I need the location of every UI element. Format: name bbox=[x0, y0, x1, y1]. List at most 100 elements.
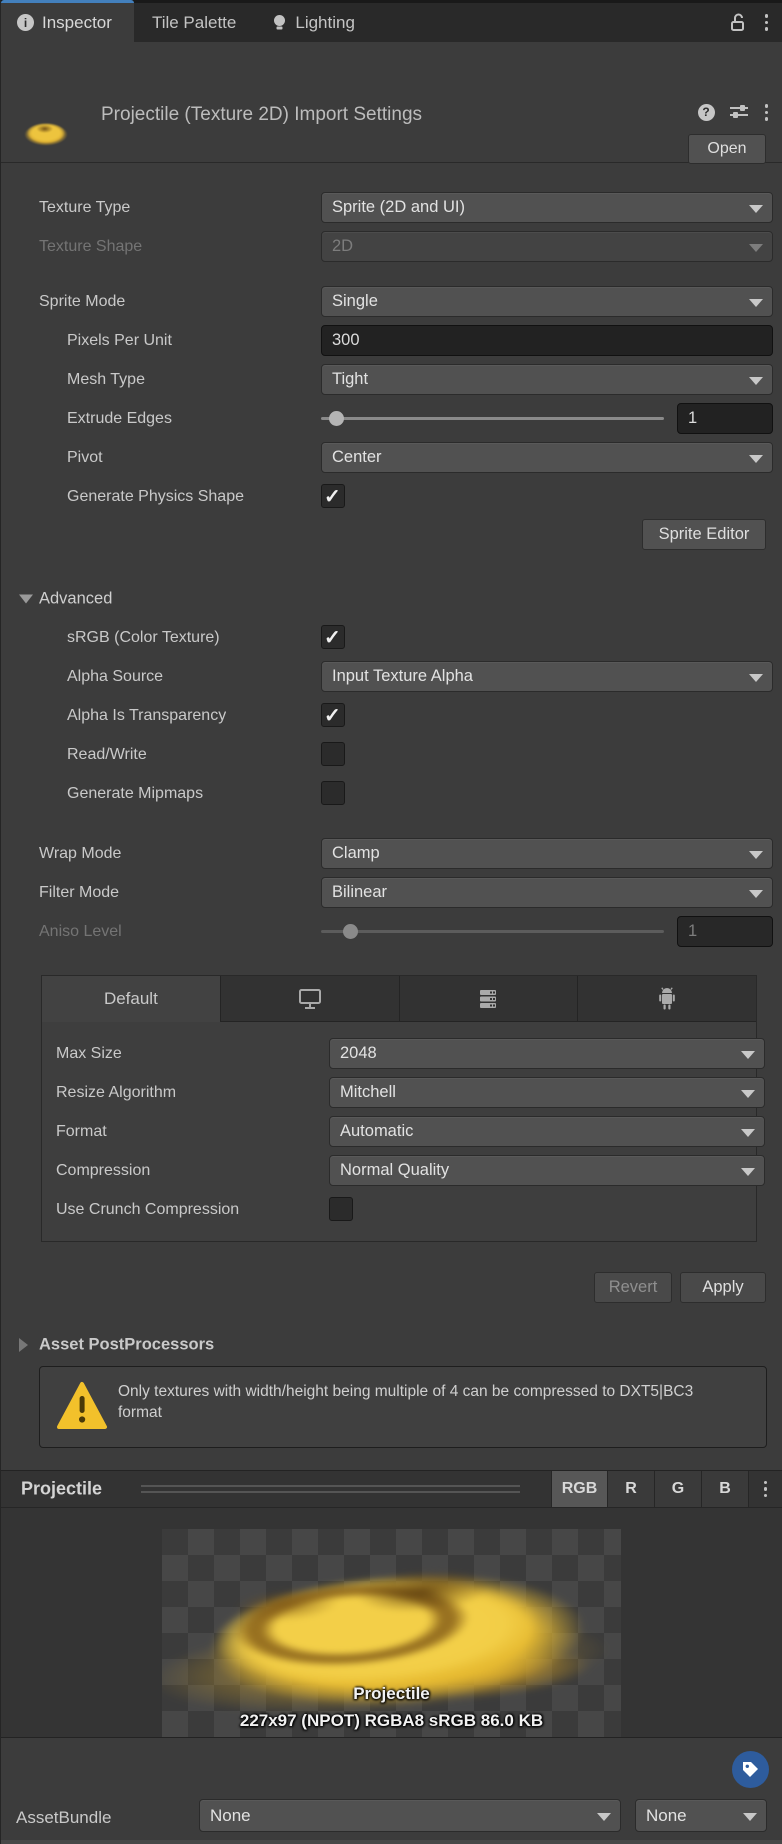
chevron-down-icon bbox=[749, 299, 763, 307]
chevron-down-icon bbox=[749, 244, 763, 252]
open-button[interactable]: Open bbox=[688, 134, 766, 164]
asset-bundle-bar: AssetBundle None None bbox=[1, 1737, 782, 1844]
mesh-type-row: Mesh Type Tight bbox=[1, 360, 782, 399]
tab-tile-palette[interactable]: Tile Palette bbox=[134, 3, 254, 42]
mesh-type-dropdown[interactable]: Tight bbox=[321, 364, 773, 395]
channel-r-button[interactable]: R bbox=[607, 1471, 654, 1507]
wrap-mode-label: Wrap Mode bbox=[39, 845, 121, 863]
read-write-checkbox[interactable] bbox=[321, 742, 345, 766]
texture-type-row: Texture Type Sprite (2D and UI) bbox=[1, 188, 782, 227]
revert-button[interactable]: Revert bbox=[594, 1272, 672, 1303]
unlock-icon[interactable] bbox=[730, 13, 747, 32]
aniso-level-value: 1 bbox=[677, 916, 773, 947]
generate-physics-shape-row: Generate Physics Shape bbox=[1, 477, 782, 516]
filter-mode-row: Filter Mode Bilinear bbox=[1, 873, 782, 912]
platform-tab-standalone[interactable] bbox=[221, 976, 400, 1022]
chevron-down-icon bbox=[749, 377, 763, 385]
channel-rgb-button[interactable]: RGB bbox=[551, 1471, 607, 1507]
pivot-dropdown[interactable]: Center bbox=[321, 442, 773, 473]
advanced-label: Advanced bbox=[39, 589, 112, 608]
sprite-mode-label: Sprite Mode bbox=[39, 293, 125, 311]
server-icon bbox=[477, 988, 499, 1010]
chevron-down-icon bbox=[741, 1051, 755, 1059]
aniso-level-label: Aniso Level bbox=[39, 923, 122, 941]
use-crunch-checkbox[interactable] bbox=[329, 1197, 353, 1221]
generate-physics-shape-checkbox[interactable] bbox=[321, 484, 345, 508]
texture-type-label: Texture Type bbox=[39, 199, 130, 217]
warning-text: Only textures with width/height being mu… bbox=[118, 1381, 738, 1423]
tab-lighting-label: Lighting bbox=[295, 13, 355, 33]
tab-menu-kebab-icon[interactable] bbox=[763, 12, 771, 33]
resize-algorithm-dropdown[interactable]: Mitchell bbox=[329, 1077, 765, 1108]
filter-mode-label: Filter Mode bbox=[39, 884, 119, 902]
extrude-edges-slider[interactable] bbox=[321, 403, 664, 434]
chevron-down-icon bbox=[749, 851, 763, 859]
compression-label: Compression bbox=[56, 1162, 150, 1180]
preview-title: Projectile bbox=[21, 1479, 102, 1500]
format-dropdown[interactable]: Automatic bbox=[329, 1116, 765, 1147]
slider-knob[interactable] bbox=[329, 411, 344, 426]
generate-physics-shape-label: Generate Physics Shape bbox=[67, 488, 244, 506]
panel-bottom-edge bbox=[1, 1840, 782, 1844]
import-settings-header: Projectile (Texture 2D) Import Settings … bbox=[1, 42, 782, 163]
sprite-mode-dropdown[interactable]: Single bbox=[321, 286, 773, 317]
generate-mipmaps-label: Generate Mipmaps bbox=[67, 785, 203, 803]
sprite-editor-button[interactable]: Sprite Editor bbox=[642, 519, 766, 550]
format-row: Format Automatic bbox=[42, 1112, 756, 1151]
slider-knob bbox=[343, 924, 358, 939]
tab-lighting[interactable]: Lighting bbox=[254, 3, 373, 42]
platform-tab-strip: Default bbox=[42, 976, 756, 1022]
asset-thumbnail bbox=[15, 112, 77, 152]
generate-mipmaps-checkbox[interactable] bbox=[321, 781, 345, 805]
chevron-down-icon bbox=[597, 1813, 611, 1821]
asset-postprocessors-label: Asset PostProcessors bbox=[39, 1335, 214, 1354]
chevron-down-icon bbox=[743, 1813, 757, 1821]
texture-shape-dropdown: 2D bbox=[321, 231, 773, 262]
preview-menu-kebab-icon[interactable] bbox=[748, 1471, 782, 1507]
header-menu-kebab-icon[interactable] bbox=[763, 102, 771, 123]
max-size-dropdown[interactable]: 2048 bbox=[329, 1038, 765, 1069]
asset-bundle-label: AssetBundle bbox=[16, 1808, 111, 1828]
platform-tab-android[interactable] bbox=[578, 976, 756, 1022]
settings-body: Texture Type Sprite (2D and UI) Texture … bbox=[1, 163, 782, 1448]
platform-tab-dedicated-server[interactable] bbox=[400, 976, 579, 1022]
compression-dropdown[interactable]: Normal Quality bbox=[329, 1155, 765, 1186]
srgb-row: sRGB (Color Texture) bbox=[1, 618, 782, 657]
chevron-down-icon bbox=[749, 455, 763, 463]
channel-g-button[interactable]: G bbox=[654, 1471, 701, 1507]
tab-inspector[interactable]: i Inspector bbox=[1, 0, 134, 42]
advanced-foldout[interactable]: Advanced bbox=[1, 579, 782, 618]
asset-labels-tag-icon[interactable] bbox=[732, 1751, 769, 1788]
tab-tile-palette-label: Tile Palette bbox=[152, 13, 236, 33]
warning-icon bbox=[56, 1381, 108, 1431]
preview-drag-handle[interactable] bbox=[141, 1485, 520, 1497]
apply-button[interactable]: Apply bbox=[680, 1272, 766, 1303]
generate-mipmaps-row: Generate Mipmaps bbox=[1, 774, 782, 813]
filter-mode-dropdown[interactable]: Bilinear bbox=[321, 877, 773, 908]
texture-type-dropdown[interactable]: Sprite (2D and UI) bbox=[321, 192, 773, 223]
help-icon[interactable]: ? bbox=[698, 104, 715, 121]
pixels-per-unit-input[interactable]: 300 bbox=[321, 325, 773, 356]
compression-row: Compression Normal Quality bbox=[42, 1151, 756, 1190]
alpha-is-transparency-checkbox[interactable] bbox=[321, 703, 345, 727]
sprite-mode-row: Sprite Mode Single bbox=[1, 282, 782, 321]
asset-bundle-dropdown[interactable]: None bbox=[199, 1799, 621, 1832]
alpha-source-row: Alpha Source Input Texture Alpha bbox=[1, 657, 782, 696]
presets-icon[interactable] bbox=[730, 104, 748, 120]
inspector-panel: i Inspector Tile Palette Lighting Projec… bbox=[0, 0, 782, 1844]
asset-postprocessors-foldout[interactable]: Asset PostProcessors bbox=[1, 1325, 782, 1364]
extrude-edges-value[interactable]: 1 bbox=[677, 403, 773, 434]
platform-tab-default-label: Default bbox=[104, 989, 158, 1009]
platform-tab-default[interactable]: Default bbox=[42, 976, 221, 1022]
platform-settings-box: Default bbox=[41, 975, 757, 1242]
wrap-mode-dropdown[interactable]: Clamp bbox=[321, 838, 773, 869]
channel-b-button[interactable]: B bbox=[701, 1471, 748, 1507]
read-write-label: Read/Write bbox=[67, 746, 147, 764]
mesh-type-label: Mesh Type bbox=[67, 371, 145, 389]
format-label: Format bbox=[56, 1123, 107, 1141]
extrude-edges-label: Extrude Edges bbox=[67, 410, 172, 428]
srgb-checkbox[interactable] bbox=[321, 625, 345, 649]
asset-bundle-variant-dropdown[interactable]: None bbox=[635, 1799, 767, 1832]
use-crunch-row: Use Crunch Compression bbox=[42, 1190, 756, 1229]
alpha-source-dropdown[interactable]: Input Texture Alpha bbox=[321, 661, 773, 692]
